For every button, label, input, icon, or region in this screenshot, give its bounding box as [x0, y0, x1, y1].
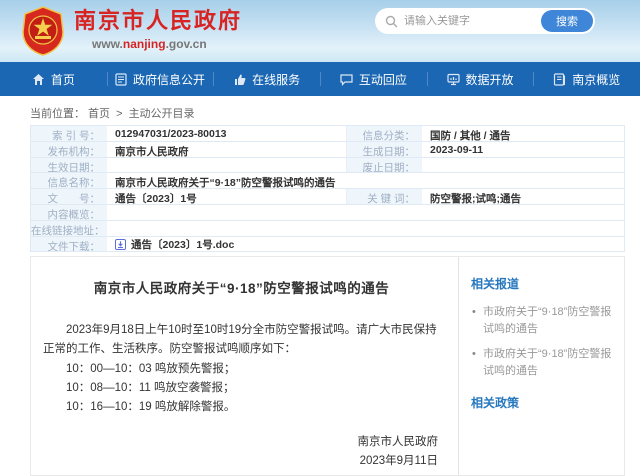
category-label: 信息分类： — [346, 126, 421, 141]
home-icon — [32, 73, 45, 86]
nav-item-open-data[interactable]: 数据开放 — [427, 62, 534, 96]
date-abolished-value — [421, 158, 624, 173]
monitor-icon — [447, 73, 460, 86]
article-title: 南京市人民政府关于“9·18”防空警报试鸣的通告 — [43, 277, 440, 297]
search-icon — [385, 15, 398, 28]
doc-number-value: 通告〔2023〕1号 — [106, 189, 346, 204]
index-number-label: 索 引 号： — [31, 126, 106, 141]
article-body: 2023年9月18日上午10时至10时19分全市防空警报试鸣。请广大市民保持正常… — [43, 321, 440, 417]
table-row: 索 引 号： 012947031/2023-80013 信息分类： 国防 / 其… — [31, 126, 624, 142]
table-row: 在线链接地址： — [31, 221, 624, 237]
doc-number-label: 文 号： — [31, 189, 106, 204]
online-link-value — [106, 221, 624, 236]
signature-date: 2023年9月11日 — [358, 452, 439, 471]
info-name-value: 南京市人民政府关于“9·18”防空警报试鸣的通告 — [106, 173, 624, 188]
document-meta-table: 索 引 号： 012947031/2023-80013 信息分类： 国防 / 其… — [30, 125, 625, 252]
info-name-label: 信息名称： — [31, 173, 106, 188]
siren-schedule: 10：00—10：03 鸣放预先警报； 10：08—10：11 鸣放空袭警报； … — [66, 360, 440, 417]
related-sidebar: 相关报道 市政府关于“9·18”防空警报试鸣的通告 市政府关于“9·18”防空警… — [459, 257, 624, 475]
site-header: 南京市人民政府 www.nanjing.gov.cn 搜索 — [0, 0, 640, 62]
signature-issuer: 南京市人民政府 — [358, 433, 439, 452]
date-created-label: 生成日期： — [346, 142, 421, 157]
nav-item-overview[interactable]: 南京概览 — [533, 62, 640, 96]
download-icon — [115, 239, 126, 250]
article-main: 南京市人民政府关于“9·18”防空警报试鸣的通告 2023年9月18日上午10时… — [31, 257, 459, 475]
date-effective-label: 生效日期： — [31, 158, 106, 173]
online-link-label: 在线链接地址： — [31, 221, 106, 236]
search-button[interactable]: 搜索 — [541, 10, 593, 32]
breadcrumb-prefix: 当前位置： — [30, 108, 85, 120]
schedule-line: 10：16—10：19 鸣放解除警报。 — [66, 398, 440, 417]
nav-item-interaction[interactable]: 互动回应 — [320, 62, 427, 96]
related-policies-heading: 相关政策 — [471, 394, 612, 411]
schedule-line: 10：08—10：11 鸣放空袭警报； — [66, 379, 440, 398]
breadcrumb-current[interactable]: 主动公开目录 — [129, 108, 195, 120]
category-value: 国防 / 其他 / 通告 — [421, 126, 624, 141]
table-row: 发布机构： 南京市人民政府 生成日期： 2023-09-11 — [31, 142, 624, 158]
signature-block: 南京市人民政府 2023年9月11日 — [358, 433, 439, 471]
date-effective-value — [106, 158, 346, 173]
site-logo[interactable]: 南京市人民政府 www.nanjing.gov.cn — [20, 6, 242, 56]
nav-item-home[interactable]: 首页 — [0, 62, 107, 96]
index-number-value: 012947031/2023-80013 — [106, 126, 346, 141]
breadcrumb-home-link[interactable]: 首页 — [88, 108, 110, 120]
related-report-link[interactable]: 市政府关于“9·18”防空警报试鸣的通告 — [471, 346, 612, 380]
breadcrumb-separator: > — [116, 108, 122, 120]
search-bar: 搜索 — [375, 8, 595, 34]
schedule-line: 10：00—10：03 鸣放预先警报； — [66, 360, 440, 379]
table-row: 内容概览： — [31, 205, 624, 221]
main-nav: 首页 政府信息公开 在线服务 互动回应 数据开放 南京概览 — [0, 62, 640, 96]
table-row: 文 号： 通告〔2023〕1号 关 键 词： 防空警报;试鸣;通告 — [31, 189, 624, 205]
site-title: 南京市人民政府 — [74, 8, 242, 34]
table-row: 生效日期： 废止日期： — [31, 158, 624, 174]
issuer-value: 南京市人民政府 — [106, 142, 346, 157]
thumb-up-icon — [233, 73, 246, 86]
document-icon — [115, 73, 127, 86]
summary-label: 内容概览： — [31, 205, 106, 220]
file-download-label: 文件下载： — [31, 237, 106, 252]
nav-item-online-services[interactable]: 在线服务 — [213, 62, 320, 96]
date-abolished-label: 废止日期： — [346, 158, 421, 173]
related-reports-heading: 相关报道 — [471, 275, 612, 292]
article-container: 南京市人民政府关于“9·18”防空警报试鸣的通告 2023年9月18日上午10时… — [30, 256, 625, 476]
related-reports-list: 市政府关于“9·18”防空警报试鸣的通告 市政府关于“9·18”防空警报试鸣的通… — [471, 304, 612, 380]
table-row: 文件下载： 通告〔2023〕1号.doc — [31, 237, 624, 253]
file-download-link[interactable]: 通告〔2023〕1号.doc — [106, 237, 624, 252]
site-url: www.nanjing.gov.cn — [92, 37, 242, 51]
related-report-link[interactable]: 市政府关于“9·18”防空警报试鸣的通告 — [471, 304, 612, 338]
chat-icon — [340, 73, 353, 86]
keywords-value: 防空警报;试鸣;通告 — [421, 189, 624, 204]
download-file-name: 通告〔2023〕1号.doc — [131, 237, 234, 251]
table-row: 信息名称： 南京市人民政府关于“9·18”防空警报试鸣的通告 — [31, 173, 624, 189]
summary-value — [106, 205, 624, 220]
book-icon — [553, 73, 566, 86]
keywords-label: 关 键 词： — [346, 189, 421, 204]
issuer-label: 发布机构： — [31, 142, 106, 157]
national-emblem-icon — [20, 6, 66, 56]
article-paragraph: 2023年9月18日上午10时至10时19分全市防空警报试鸣。请广大市民保持正常… — [43, 321, 440, 359]
date-created-value: 2023-09-11 — [421, 142, 624, 157]
nav-item-gov-info[interactable]: 政府信息公开 — [107, 62, 214, 96]
